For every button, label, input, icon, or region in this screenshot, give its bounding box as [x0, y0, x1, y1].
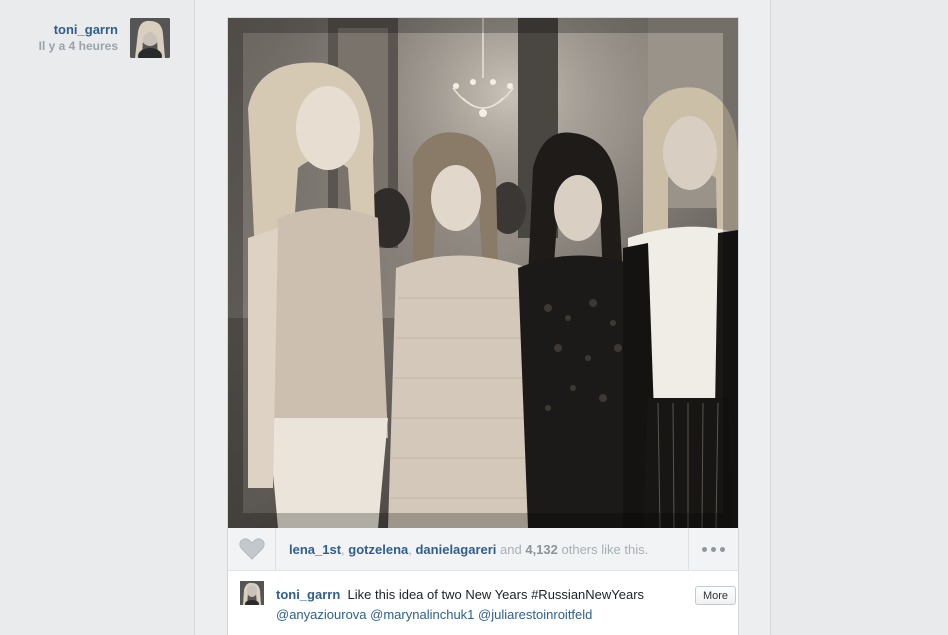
heart-icon	[239, 538, 265, 560]
commenter-avatar[interactable]	[240, 581, 264, 605]
likes-summary: lena_1st, gotzelena, danielagareri and 4…	[289, 542, 648, 557]
liker-link[interactable]: lena_1st	[289, 542, 341, 557]
caption-body: Like this idea of two New Years #Russian…	[347, 587, 645, 602]
avatar-photo	[130, 18, 170, 58]
likes-and-text: and	[496, 542, 526, 557]
likes-bar: lena_1st, gotzelena, danielagareri and 4…	[228, 528, 738, 571]
post-card: lena_1st, gotzelena, danielagareri and 4…	[228, 18, 738, 635]
page: toni_garrn Il y a 4 heures lena_1st, got…	[0, 0, 948, 635]
options-button[interactable]	[688, 528, 738, 570]
likes-count[interactable]: 4,132	[525, 542, 558, 557]
caption-username-link[interactable]: toni_garrn	[276, 587, 340, 602]
mention-link[interactable]: @marynalinchuk1	[370, 607, 474, 622]
post-timestamp: Il y a 4 heures	[38, 39, 118, 53]
more-button[interactable]: More	[695, 586, 736, 605]
ellipsis-icon	[702, 547, 707, 552]
ellipsis-icon	[720, 547, 725, 552]
mention-link[interactable]: @anyaziourova	[276, 607, 367, 622]
like-button[interactable]	[228, 528, 276, 570]
author-avatar[interactable]	[130, 18, 170, 58]
caption-text: toni_garrn Like this idea of two New Yea…	[276, 585, 676, 625]
post-author: toni_garrn Il y a 4 heures	[0, 18, 170, 58]
likes-others-text: others like this.	[557, 542, 649, 557]
avatar-photo	[240, 581, 264, 605]
photo-image	[228, 18, 738, 528]
author-username-link[interactable]: toni_garrn	[54, 22, 118, 37]
liker-link[interactable]: danielagareri	[415, 542, 496, 557]
liker-link[interactable]: gotzelena	[348, 542, 408, 557]
mention-link[interactable]: @juliarestoinroitfeld	[478, 607, 592, 622]
post-photo[interactable]	[228, 18, 738, 528]
caption-comment: toni_garrn Like this idea of two New Yea…	[228, 571, 738, 635]
left-column: toni_garrn Il y a 4 heures	[0, 0, 194, 635]
ellipsis-icon	[711, 547, 716, 552]
